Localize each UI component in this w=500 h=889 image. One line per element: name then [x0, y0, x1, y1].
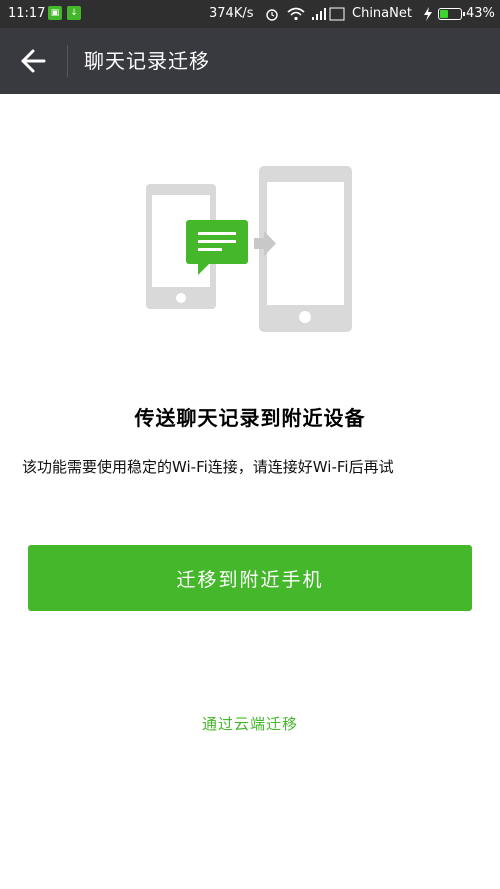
sim-notification-icon: ▣	[48, 6, 62, 20]
wifi-icon	[287, 7, 305, 21]
charging-icon	[424, 7, 432, 21]
battery-percent: 43%	[466, 6, 495, 21]
download-icon: ↓	[67, 6, 81, 20]
status-time: 11:17	[8, 6, 46, 21]
headline: 传送聊天记录到附近设备	[134, 406, 366, 430]
status-bar: 11:17 ▣ ↓ 374K/s ChinaNet 43%	[0, 0, 500, 28]
app-bar: 聊天记录迁移	[0, 28, 500, 94]
description: 该功能需要使用稳定的Wi-Fi连接，请连接好Wi-Fi后再试	[22, 458, 394, 476]
network-label: ChinaNet	[352, 6, 412, 21]
alarm-icon	[266, 9, 278, 21]
phone-target-icon	[259, 166, 352, 332]
signal-icon	[312, 7, 345, 21]
cloud-migrate-link[interactable]: 通过云端迁移	[0, 713, 500, 734]
app-bar-divider	[67, 45, 68, 77]
transfer-illustration	[146, 166, 352, 332]
back-button[interactable]	[12, 41, 54, 81]
battery-icon	[438, 8, 465, 20]
back-arrow-icon	[21, 49, 46, 73]
migrate-to-nearby-phone-button[interactable]: 迁移到附近手机	[28, 545, 472, 611]
page-title: 聊天记录迁移	[84, 49, 210, 73]
network-speed: 374K/s	[209, 6, 254, 21]
